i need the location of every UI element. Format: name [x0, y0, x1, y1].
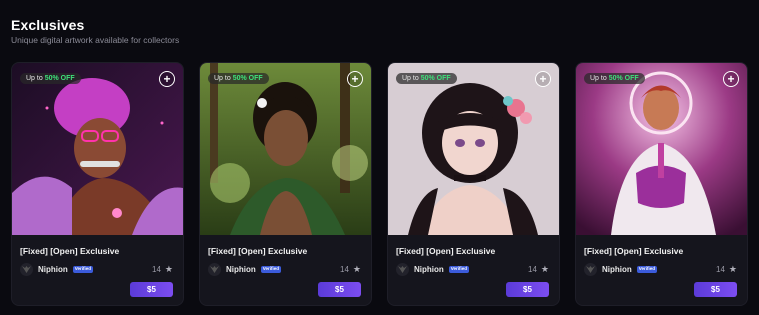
- verified-badge: Verified: [448, 266, 470, 273]
- artwork-card[interactable]: Up to 50% OFF + [Fixed] [Open] Exclusive…: [11, 62, 184, 306]
- star-icon[interactable]: ★: [729, 264, 737, 275]
- creator-name[interactable]: Niphion: [602, 265, 632, 274]
- discount-badge: Up to 50% OFF: [20, 73, 81, 84]
- section-title: Exclusives: [11, 17, 85, 33]
- creator-avatar[interactable]: [584, 263, 597, 276]
- artwork-title[interactable]: [Fixed] [Open] Exclusive: [208, 246, 307, 256]
- discount-badge: Up to 50% OFF: [584, 73, 645, 84]
- likes-count[interactable]: 14 ★: [716, 264, 737, 275]
- artwork-image[interactable]: Up to 50% OFF +: [576, 63, 747, 235]
- artwork-image[interactable]: Up to 50% OFF +: [200, 63, 371, 235]
- star-icon[interactable]: ★: [165, 264, 173, 275]
- plus-icon[interactable]: +: [727, 73, 734, 85]
- artwork-card[interactable]: Up to 50% OFF + [Fixed] [Open] Exclusive…: [387, 62, 560, 306]
- creator-name[interactable]: Niphion: [226, 265, 256, 274]
- plus-icon[interactable]: +: [163, 73, 170, 85]
- price-button[interactable]: $5: [694, 282, 737, 297]
- likes-number: 14: [152, 265, 161, 274]
- artwork-image[interactable]: Up to 50% OFF +: [388, 63, 559, 235]
- artwork-title[interactable]: [Fixed] [Open] Exclusive: [20, 246, 119, 256]
- artwork-title[interactable]: [Fixed] [Open] Exclusive: [396, 246, 495, 256]
- creator-avatar[interactable]: [208, 263, 221, 276]
- star-icon[interactable]: ★: [541, 264, 549, 275]
- likes-count[interactable]: 14 ★: [152, 264, 173, 275]
- add-to-collection-button[interactable]: +: [347, 71, 363, 87]
- creator-info[interactable]: Niphion Verified: [396, 263, 470, 276]
- likes-count[interactable]: 14 ★: [340, 264, 361, 275]
- section-header: Exclusives Unique digital artwork availa…: [11, 17, 179, 45]
- creator-info[interactable]: Niphion Verified: [20, 263, 94, 276]
- star-icon[interactable]: ★: [353, 264, 361, 275]
- likes-number: 14: [716, 265, 725, 274]
- creator-info[interactable]: Niphion Verified: [208, 263, 282, 276]
- verified-badge: Verified: [260, 266, 282, 273]
- add-to-collection-button[interactable]: +: [535, 71, 551, 87]
- discount-badge: Up to 50% OFF: [396, 73, 457, 84]
- creator-avatar[interactable]: [20, 263, 33, 276]
- creator-name[interactable]: Niphion: [414, 265, 444, 274]
- artwork-image[interactable]: Up to 50% OFF +: [12, 63, 183, 235]
- creator-name[interactable]: Niphion: [38, 265, 68, 274]
- section-subtitle: Unique digital artwork available for col…: [11, 35, 180, 45]
- plus-icon[interactable]: +: [351, 73, 358, 85]
- discount-badge: Up to 50% OFF: [208, 73, 269, 84]
- likes-number: 14: [340, 265, 349, 274]
- creator-avatar[interactable]: [396, 263, 409, 276]
- add-to-collection-button[interactable]: +: [159, 71, 175, 87]
- likes-count[interactable]: 14 ★: [528, 264, 549, 275]
- price-button[interactable]: $5: [506, 282, 549, 297]
- artwork-card[interactable]: Up to 50% OFF + [Fixed] [Open] Exclusive…: [575, 62, 748, 306]
- price-button[interactable]: $5: [130, 282, 173, 297]
- verified-badge: Verified: [72, 266, 94, 273]
- verified-badge: Verified: [636, 266, 658, 273]
- plus-icon[interactable]: +: [539, 73, 546, 85]
- creator-info[interactable]: Niphion Verified: [584, 263, 658, 276]
- likes-number: 14: [528, 265, 537, 274]
- artwork-card[interactable]: Up to 50% OFF + [Fixed] [Open] Exclusive…: [199, 62, 372, 306]
- artwork-title[interactable]: [Fixed] [Open] Exclusive: [584, 246, 683, 256]
- add-to-collection-button[interactable]: +: [723, 71, 739, 87]
- price-button[interactable]: $5: [318, 282, 361, 297]
